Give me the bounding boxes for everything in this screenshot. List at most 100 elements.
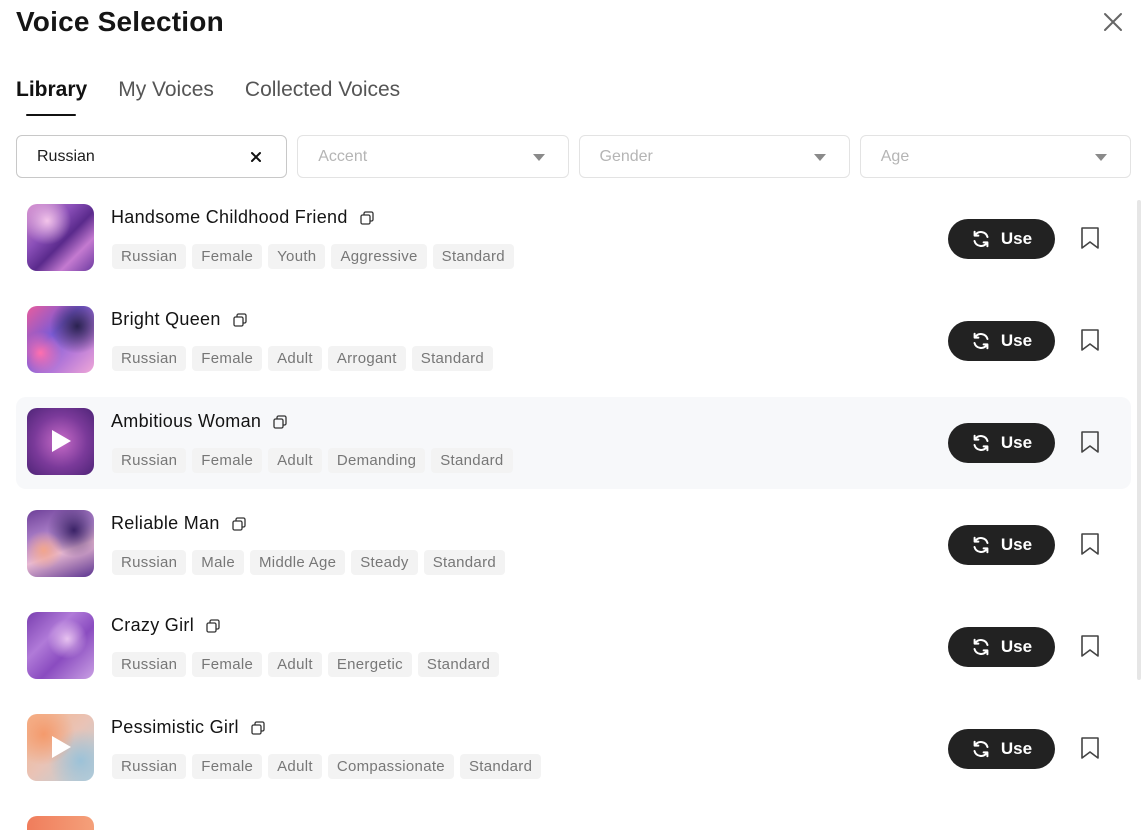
voice-tags: Russian Female Adult Energetic Standard [112,652,500,677]
refresh-icon [973,332,989,350]
tag: Compassionate [327,754,454,779]
bookmark-icon[interactable] [1079,226,1101,250]
copy-icon[interactable] [233,312,247,327]
voice-avatar[interactable] [27,714,94,781]
tab-bar: Library My Voices Collected Voices [16,74,400,116]
tag: Demanding [327,448,426,473]
voice-name: Ambitious Woman [111,411,262,431]
tag: Arrogant [327,346,406,371]
tag: Standard [423,550,506,575]
accent-placeholder: Accent [318,147,368,165]
clear-icon[interactable] [248,149,264,165]
voice-tags: Russian Male Middle Age Steady Standard [112,550,506,575]
tag: Standard [431,448,513,473]
voice-row[interactable]: Bright Queen Russian Female Adult Arroga… [16,295,1131,387]
use-label: Use [1000,637,1033,656]
tab-collected-voices[interactable]: Collected Voices [245,74,400,106]
voice-row[interactable]: Pessimistic Girl Russian Female Adult Co… [16,703,1131,795]
voice-name: Handsome Childhood Friend [111,207,348,227]
use-button[interactable]: Use [948,729,1055,769]
tag: Male [192,550,245,575]
voice-name: Bright Queen [111,309,221,329]
bookmark-icon[interactable] [1079,532,1101,556]
tag: Energetic [327,652,412,677]
refresh-icon [973,536,989,554]
tab-my-voices[interactable]: My Voices [118,74,214,106]
age-placeholder: Age [880,147,910,165]
voice-tags: Russian Female Adult Demanding Standard [112,448,513,473]
use-button[interactable]: Use [948,219,1055,259]
use-label: Use [1000,535,1033,554]
tag: Russian [112,652,187,677]
use-label: Use [1000,739,1033,758]
language-search-input[interactable]: Russian [16,135,288,178]
use-label: Use [1000,433,1033,452]
use-button[interactable]: Use [948,321,1055,361]
bookmark-icon[interactable] [1079,430,1101,454]
chevron-down-icon [1095,154,1107,161]
voice-tags: Russian Female Adult Arrogant Standard [112,346,494,371]
voice-row[interactable]: Crazy Girl Russian Female Adult Energeti… [16,601,1131,693]
gender-placeholder: Gender [599,147,653,165]
tag: Standard [459,754,542,779]
tab-library[interactable]: Library [16,74,87,116]
copy-icon[interactable] [273,414,287,429]
refresh-icon [973,740,989,758]
filter-bar: Russian Accent Gender Age [16,135,1131,178]
tag: Russian [112,448,187,473]
close-icon [1104,13,1122,31]
voice-avatar[interactable] [27,408,94,475]
voice-avatar-partial [27,816,94,830]
tag: Russian [112,346,187,371]
use-label: Use [1000,331,1033,350]
copy-icon[interactable] [232,516,246,531]
tag: Standard [411,346,494,371]
bookmark-icon[interactable] [1079,736,1101,760]
voice-avatar[interactable] [27,510,94,577]
use-button[interactable]: Use [948,627,1055,667]
tag: Russian [112,754,187,779]
voice-row[interactable]: Ambitious Woman Russian Female Adult Dem… [16,397,1131,489]
accent-select[interactable]: Accent [297,135,569,178]
voice-name: Reliable Man [111,513,220,533]
bookmark-icon[interactable] [1079,328,1101,352]
dialog-title: Voice Selection [16,6,224,37]
tag: Adult [268,448,322,473]
use-button[interactable]: Use [948,525,1055,565]
use-button[interactable]: Use [948,423,1055,463]
voice-row[interactable]: Handsome Childhood Friend Russian Female… [16,193,1131,285]
refresh-icon [973,638,989,656]
voice-name: Pessimistic Girl [111,717,239,737]
voice-row[interactable]: Reliable Man Russian Male Middle Age Ste… [16,499,1131,591]
tag: Standard [417,652,500,677]
scrollbar[interactable] [1137,200,1141,680]
tag: Female [192,244,263,269]
tag: Standard [432,244,514,269]
age-select[interactable]: Age [859,135,1131,178]
close-button[interactable] [1099,8,1127,36]
play-icon[interactable] [52,430,71,452]
use-label: Use [1000,229,1033,248]
voice-avatar[interactable] [27,612,94,679]
gender-select[interactable]: Gender [578,135,850,178]
voice-avatar[interactable] [27,204,94,271]
copy-icon[interactable] [251,720,265,735]
tag: Adult [268,652,322,677]
play-icon[interactable] [52,736,71,758]
tag: Middle Age [250,550,346,575]
chevron-down-icon [532,154,545,161]
voice-avatar[interactable] [27,306,94,373]
dialog-header: Voice Selection [16,4,1127,44]
voice-list: Handsome Childhood Friend Russian Female… [16,193,1131,805]
tag: Female [192,346,263,371]
voice-tags: Russian Female Youth Aggressive Standard [112,244,514,269]
tag: Female [192,448,263,473]
copy-icon[interactable] [206,618,220,633]
voice-tags: Russian Female Adult Compassionate Stand… [112,754,542,779]
refresh-icon [973,230,989,248]
bookmark-icon[interactable] [1079,634,1101,658]
tag: Adult [268,346,322,371]
tag: Female [192,754,263,779]
copy-icon[interactable] [359,210,374,225]
tag: Russian [112,244,187,269]
